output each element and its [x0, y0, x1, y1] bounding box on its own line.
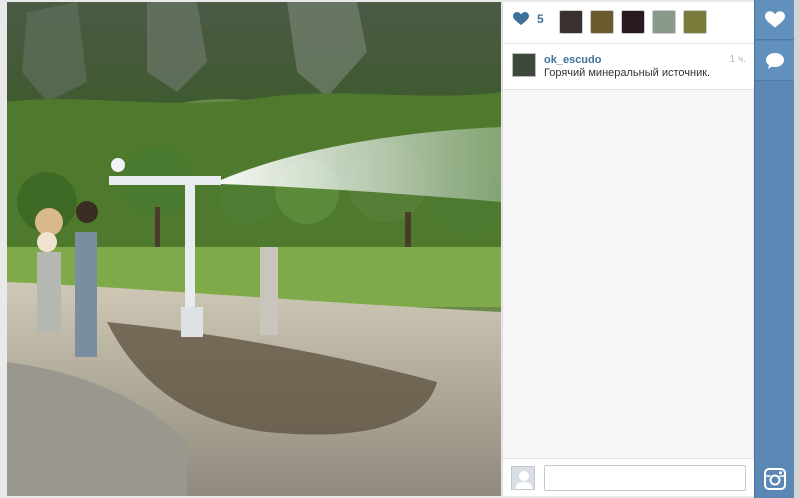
action-sidebar	[754, 0, 795, 498]
heart-icon	[513, 12, 529, 25]
avatar[interactable]	[512, 53, 536, 77]
post-details-panel: 5 ok_escudo 1 ч. Горячий минеральный ист…	[502, 2, 754, 496]
post-time: 1 ч.	[729, 54, 746, 65]
comment-composer	[503, 458, 754, 496]
comment-button[interactable]	[755, 41, 795, 81]
comment-input[interactable]	[544, 465, 746, 491]
viewer-frame: 5 ok_escudo 1 ч. Горячий минеральный ист…	[0, 0, 800, 498]
liker-avatar[interactable]	[590, 10, 614, 34]
caption-row: ok_escudo 1 ч. Горячий минеральный источ…	[503, 44, 754, 90]
caption-text: Горячий минеральный источник.	[544, 67, 711, 79]
post-photo[interactable]	[7, 2, 501, 496]
likes-count-value: 5	[537, 12, 544, 26]
heart-icon	[765, 10, 785, 27]
liker-avatar[interactable]	[621, 10, 645, 34]
speech-bubble-icon	[766, 52, 784, 69]
instagram-camera-icon	[764, 468, 786, 490]
liker-avatar[interactable]	[652, 10, 676, 34]
window-edge	[794, 0, 800, 498]
liker-avatar[interactable]	[683, 10, 707, 34]
liker-avatar[interactable]	[559, 10, 583, 34]
likers-list	[559, 10, 707, 34]
photo-hot-spring-scene	[7, 2, 501, 496]
like-button[interactable]	[755, 0, 795, 40]
likes-count[interactable]: 5	[513, 12, 544, 26]
likes-bar: 5	[503, 2, 754, 44]
username-link[interactable]: ok_escudo	[544, 54, 601, 66]
instagram-logo[interactable]	[755, 460, 795, 498]
current-user-avatar	[511, 466, 535, 490]
user-silhouette-icon	[515, 471, 533, 489]
